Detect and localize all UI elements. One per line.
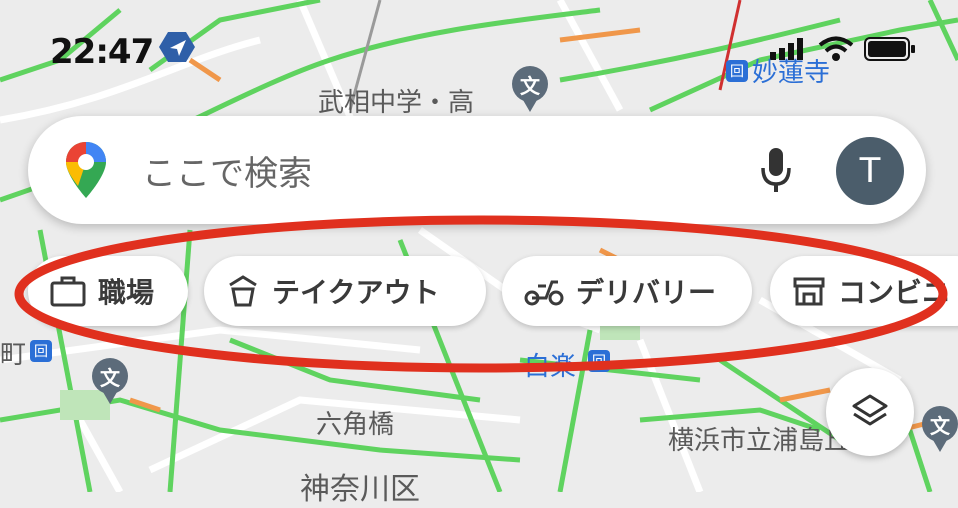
school-poi-icon[interactable]: 文 — [512, 66, 548, 112]
poi-glyph: 文 — [100, 365, 120, 390]
map-label-station-top: 妙蓮寺 — [752, 58, 831, 88]
chip-label: 職場 — [98, 276, 155, 309]
station-icon-left: 回 — [30, 340, 52, 362]
map-label-bridge: 六角橋 — [316, 410, 395, 440]
poi-glyph: 文 — [930, 413, 950, 438]
map-label-town-left: 町 — [0, 340, 27, 370]
map-label-ward: 神奈川区 — [300, 472, 420, 507]
chip-takeout[interactable]: テイクアウト — [204, 256, 486, 326]
briefcase-icon — [50, 276, 86, 307]
battery-icon — [864, 37, 915, 61]
map-label-school-top: 武相中学・高 — [318, 88, 475, 118]
station-icon: 回 — [726, 60, 748, 82]
search-bar[interactable]: ここで検索 T — [28, 116, 926, 224]
station-glyph: 回 — [730, 64, 744, 80]
takeout-icon — [229, 275, 257, 307]
microphone-icon[interactable] — [758, 146, 794, 194]
google-maps-pin-icon — [66, 142, 106, 198]
school-poi-icon-left[interactable]: 文 — [92, 358, 128, 404]
layers-button[interactable] — [826, 368, 914, 456]
station-icon-mid: 回 — [588, 350, 610, 372]
category-chips: 職場 テイクアウト デリバリー コンビニ — [0, 256, 958, 328]
chip-convenience-store[interactable]: コンビニ — [770, 256, 958, 326]
poi-glyph: 文 — [520, 73, 540, 98]
scooter-icon — [524, 280, 564, 306]
school-poi-icon-right[interactable]: 文 — [922, 406, 958, 452]
avatar-letter: T — [859, 151, 881, 191]
chip-delivery[interactable]: デリバリー — [502, 256, 752, 326]
station-glyph: 回 — [592, 354, 606, 370]
chip-label: コンビニ — [838, 276, 951, 309]
map-label-station-mid: 白楽 — [524, 352, 577, 382]
chip-label: デリバリー — [576, 276, 717, 309]
convenience-store-icon — [793, 277, 825, 306]
location-arrow-icon — [159, 32, 195, 62]
account-avatar[interactable]: T — [836, 137, 904, 205]
station-glyph: 回 — [34, 344, 48, 360]
layers-icon — [852, 394, 888, 426]
chip-label: テイクアウト — [272, 276, 440, 309]
search-input[interactable]: ここで検索 — [142, 146, 312, 195]
status-time: 22:47 — [50, 32, 154, 72]
chip-work[interactable]: 職場 — [28, 256, 188, 326]
